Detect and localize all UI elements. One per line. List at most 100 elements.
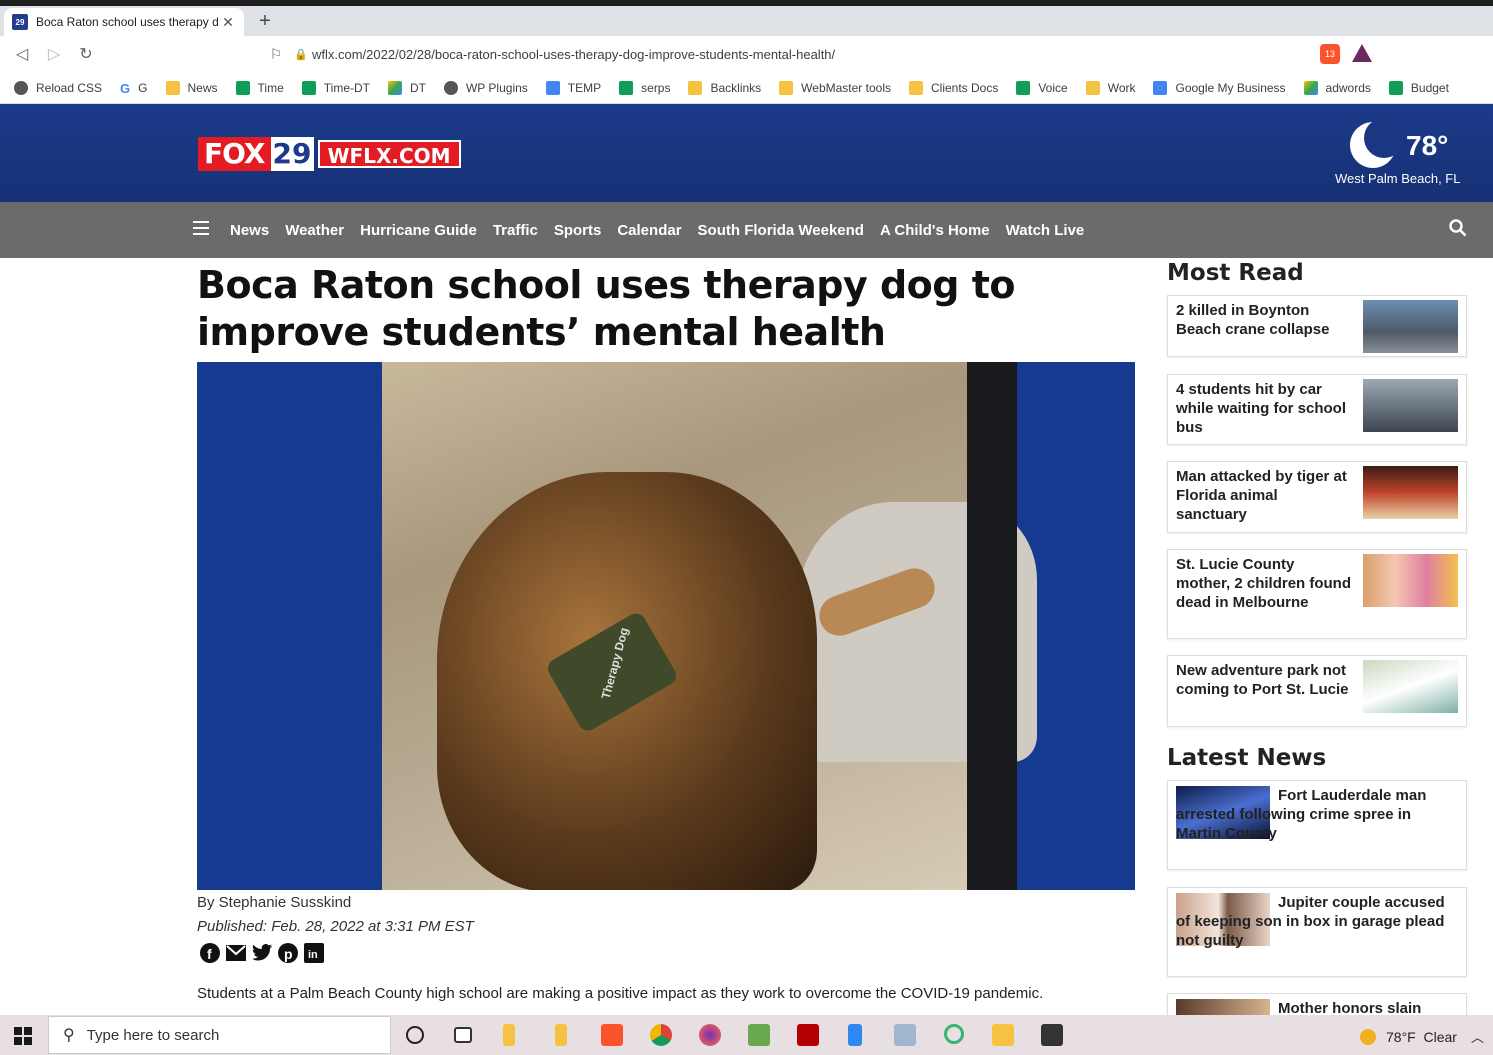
explorer-folder-icon[interactable]	[992, 1024, 1014, 1046]
ads-icon	[1303, 80, 1318, 95]
windows-start-icon[interactable]	[14, 1027, 32, 1045]
most-read-card[interactable]: 4 students hit by car while waiting for …	[1167, 374, 1467, 445]
folder-icon	[1085, 80, 1100, 95]
pinterest-icon[interactable]: p	[277, 942, 299, 964]
nav-item[interactable]: Watch Live	[1006, 222, 1085, 239]
latest-news-headline[interactable]: Jupiter couple accused of keeping son in…	[1176, 893, 1460, 950]
filezilla-icon[interactable]	[797, 1024, 819, 1046]
bookmark-item[interactable]: TEMP	[545, 80, 601, 95]
linkedin-icon[interactable]: in	[303, 942, 325, 964]
folder-icon	[688, 80, 703, 95]
browser-tab[interactable]: 29 Boca Raton school uses therapy d ✕	[4, 8, 244, 36]
brave-rewards-icon[interactable]	[1352, 44, 1372, 62]
brave-browser-icon[interactable]	[601, 1024, 623, 1046]
bookmark-item[interactable]: Reload CSS	[14, 80, 102, 95]
back-icon[interactable]: ◁	[6, 44, 38, 64]
most-read-thumbnail[interactable]	[1363, 554, 1458, 607]
bookmark-label: Google My Business	[1175, 80, 1286, 95]
most-read-headline[interactable]: 2 killed in Boynton Beach crane collapse	[1176, 301, 1352, 339]
weather-widget[interactable]: 78° West Palm Beach, FL	[1330, 118, 1470, 190]
latest-news-card[interactable]: Jupiter couple accused of keeping son in…	[1167, 887, 1467, 977]
nav-item[interactable]: South Florida Weekend	[698, 222, 864, 239]
sticky-notes-icon[interactable]	[503, 1024, 515, 1046]
nav-item[interactable]: Calendar	[617, 222, 681, 239]
most-read-headline[interactable]: St. Lucie County mother, 2 children foun…	[1176, 555, 1352, 612]
sync-app-icon[interactable]	[944, 1024, 964, 1044]
bookmark-icon[interactable]: ⚐	[262, 46, 290, 63]
weather-moon-icon	[1360, 1028, 1376, 1045]
most-read-card[interactable]: St. Lucie County mother, 2 children foun…	[1167, 549, 1467, 639]
most-read-card[interactable]: Man attacked by tiger at Florida animal …	[1167, 461, 1467, 533]
most-read-thumbnail[interactable]	[1363, 466, 1458, 519]
most-read-thumbnail[interactable]	[1363, 660, 1458, 713]
bookmark-label: Time-DT	[323, 80, 370, 95]
bookmark-item[interactable]: DT	[387, 80, 426, 95]
bookmark-item[interactable]: Clients Docs	[908, 80, 998, 95]
reload-icon[interactable]: ↻	[70, 44, 102, 64]
bookmark-item[interactable]: adwords	[1303, 80, 1371, 95]
most-read-headline[interactable]: New adventure park not coming to Port St…	[1176, 661, 1352, 699]
nav-item[interactable]: Traffic	[493, 222, 538, 239]
latest-news-headline[interactable]: Fort Lauderdale man arrested following c…	[1176, 786, 1460, 843]
forward-icon[interactable]: ▷	[38, 44, 70, 64]
menu-icon[interactable]	[193, 221, 209, 235]
photos-icon[interactable]	[894, 1024, 916, 1046]
bookmark-label: DT	[409, 80, 426, 95]
svg-text:in: in	[308, 949, 318, 961]
bookmark-item[interactable]: Voice	[1016, 80, 1068, 95]
bookmark-item[interactable]: Time-DT	[301, 80, 370, 95]
search-icon[interactable]	[1449, 219, 1467, 237]
file-explorer-icon[interactable]	[555, 1024, 567, 1046]
bookmark-item[interactable]: Budget	[1388, 80, 1449, 95]
bookmark-item[interactable]: Google My Business	[1153, 80, 1286, 95]
image-editor-icon[interactable]	[748, 1024, 770, 1046]
bookmark-item[interactable]: Work	[1085, 80, 1135, 95]
phone-link-icon[interactable]	[848, 1024, 862, 1046]
taskbar-search[interactable]: ⚲ Type here to search	[48, 1016, 391, 1054]
latest-news-heading: Latest News	[1167, 745, 1327, 771]
bookmark-label: Time	[257, 80, 284, 95]
brave-shield-icon[interactable]: 13	[1320, 44, 1340, 64]
byline[interactable]: By Stephanie Susskind	[197, 894, 351, 911]
task-view-icon[interactable]	[454, 1027, 472, 1043]
address-bar[interactable]: ⚐ 🔒 wflx.com/2022/02/28/boca-raton-schoo…	[262, 41, 1392, 67]
facebook-icon[interactable]: f	[199, 942, 221, 964]
most-read-card[interactable]: New adventure park not coming to Port St…	[1167, 655, 1467, 727]
bookmark-item[interactable]: News	[165, 80, 218, 95]
bookmark-item[interactable]: WP Plugins	[443, 80, 528, 95]
chrome-icon[interactable]	[650, 1024, 672, 1046]
new-tab-icon[interactable]: +	[254, 10, 276, 33]
firefox-icon[interactable]	[699, 1024, 721, 1046]
most-read-card[interactable]: 2 killed in Boynton Beach crane collapse	[1167, 295, 1467, 357]
cortana-icon[interactable]	[406, 1026, 424, 1044]
gmb-icon	[1153, 80, 1168, 95]
nav-item[interactable]: News	[230, 222, 269, 239]
bookmark-item[interactable]: Backlinks	[688, 80, 761, 95]
site-logo[interactable]: FOX 29 WFLX.COM	[198, 137, 461, 171]
nav-item[interactable]: Weather	[285, 222, 344, 239]
inkscape-icon[interactable]	[1041, 1024, 1063, 1046]
article-hero-image[interactable]: Therapy Dog	[197, 362, 1135, 890]
close-tab-icon[interactable]: ✕	[220, 14, 236, 31]
nav-item[interactable]: Hurricane Guide	[360, 222, 477, 239]
tab-bar: 29 Boca Raton school uses therapy d ✕ +	[0, 6, 1493, 36]
lock-icon[interactable]: 🔒	[290, 48, 312, 61]
most-read-thumbnail[interactable]	[1363, 379, 1458, 432]
most-read-thumbnail[interactable]	[1363, 300, 1458, 353]
latest-news-card[interactable]: Fort Lauderdale man arrested following c…	[1167, 780, 1467, 870]
bookmark-item[interactable]: WebMaster tools	[779, 80, 891, 95]
bookmark-label: G	[138, 80, 148, 95]
chevron-up-icon[interactable]: ︿	[1471, 1027, 1484, 1046]
most-read-headline[interactable]: 4 students hit by car while waiting for …	[1176, 380, 1352, 437]
bookmark-item[interactable]: serps	[619, 80, 670, 95]
url-text[interactable]: wflx.com/2022/02/28/boca-raton-school-us…	[312, 47, 1392, 62]
bookmark-item[interactable]: GG	[120, 80, 148, 96]
twitter-icon[interactable]	[251, 942, 273, 964]
nav-item[interactable]: A Child's Home	[880, 222, 990, 239]
globe-icon	[14, 80, 28, 95]
email-icon[interactable]	[225, 942, 247, 964]
most-read-headline[interactable]: Man attacked by tiger at Florida animal …	[1176, 467, 1352, 524]
nav-item[interactable]: Sports	[554, 222, 602, 239]
bookmark-item[interactable]: Time	[235, 80, 284, 95]
taskbar-weather[interactable]: 78°F Clear ︿	[1360, 1027, 1484, 1046]
